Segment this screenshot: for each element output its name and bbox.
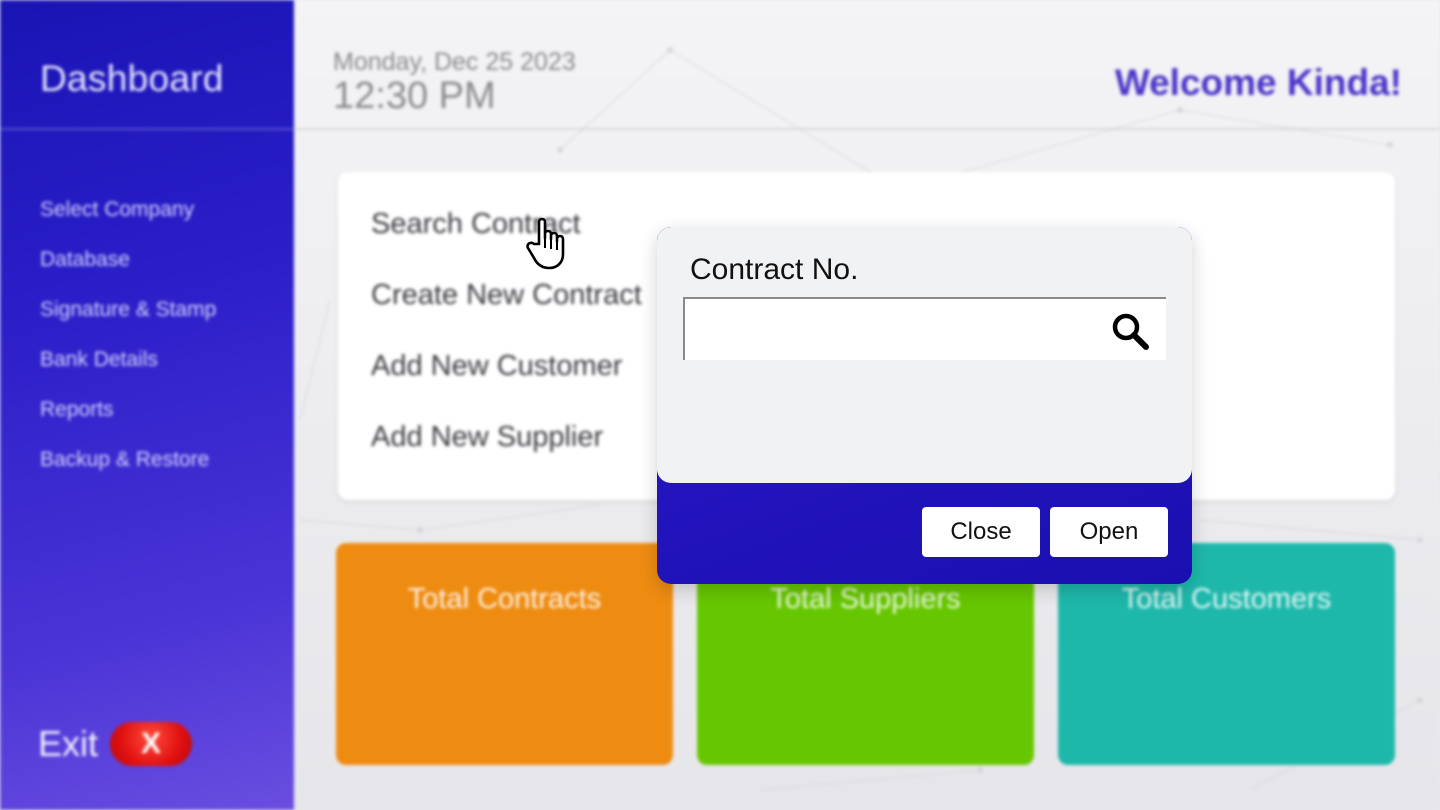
sidebar-divider	[0, 128, 294, 130]
app-window: Dashboard Select Company Database Signat…	[0, 0, 1440, 810]
sidebar-menu: Select Company Database Signature & Stam…	[40, 196, 216, 496]
sidebar-item-signature-stamp[interactable]: Signature & Stamp	[40, 296, 216, 346]
exit-area: Exit X	[38, 722, 193, 766]
pointer-hand-icon	[526, 217, 565, 270]
header-divider	[294, 128, 1440, 130]
date-text: Monday, Dec 25 2023	[333, 48, 576, 76]
total-customers-label: Total Customers	[1121, 583, 1332, 615]
open-button[interactable]: Open	[1050, 507, 1168, 557]
add-new-customer-link[interactable]: Add New Customer	[371, 350, 622, 383]
dialog-body: Contract No.	[657, 227, 1192, 483]
close-button[interactable]: Close	[922, 507, 1040, 557]
sidebar: Dashboard Select Company Database Signat…	[0, 0, 294, 810]
time-text: 12:30 PM	[333, 75, 496, 117]
create-new-contract-link[interactable]: Create New Contract	[371, 279, 642, 312]
contract-number-label: Contract No.	[690, 253, 859, 286]
search-contract-dialog: Contract No. Close Open	[657, 227, 1192, 584]
contract-number-field	[683, 297, 1166, 360]
total-contracts-label: Total Contracts	[407, 583, 602, 615]
exit-label: Exit	[38, 723, 99, 764]
exit-button[interactable]: X	[110, 722, 193, 766]
sidebar-item-reports[interactable]: Reports	[40, 396, 216, 446]
datetime-display: Monday, Dec 25 2023 12:30 PM	[333, 48, 576, 118]
add-new-supplier-link[interactable]: Add New Supplier	[371, 421, 603, 454]
welcome-message: Welcome Kinda!	[1114, 62, 1402, 103]
contract-number-input[interactable]	[685, 299, 1095, 359]
sidebar-item-backup-restore[interactable]: Backup & Restore	[40, 446, 216, 496]
total-suppliers-label: Total Suppliers	[770, 583, 961, 615]
sidebar-item-bank-details[interactable]: Bank Details	[40, 346, 216, 396]
sidebar-item-database[interactable]: Database	[40, 246, 216, 296]
sidebar-title: Dashboard	[40, 58, 224, 99]
search-icon[interactable]	[1108, 309, 1152, 353]
sidebar-item-select-company[interactable]: Select Company	[40, 196, 216, 246]
total-contracts-card[interactable]: Total Contracts	[336, 543, 673, 765]
